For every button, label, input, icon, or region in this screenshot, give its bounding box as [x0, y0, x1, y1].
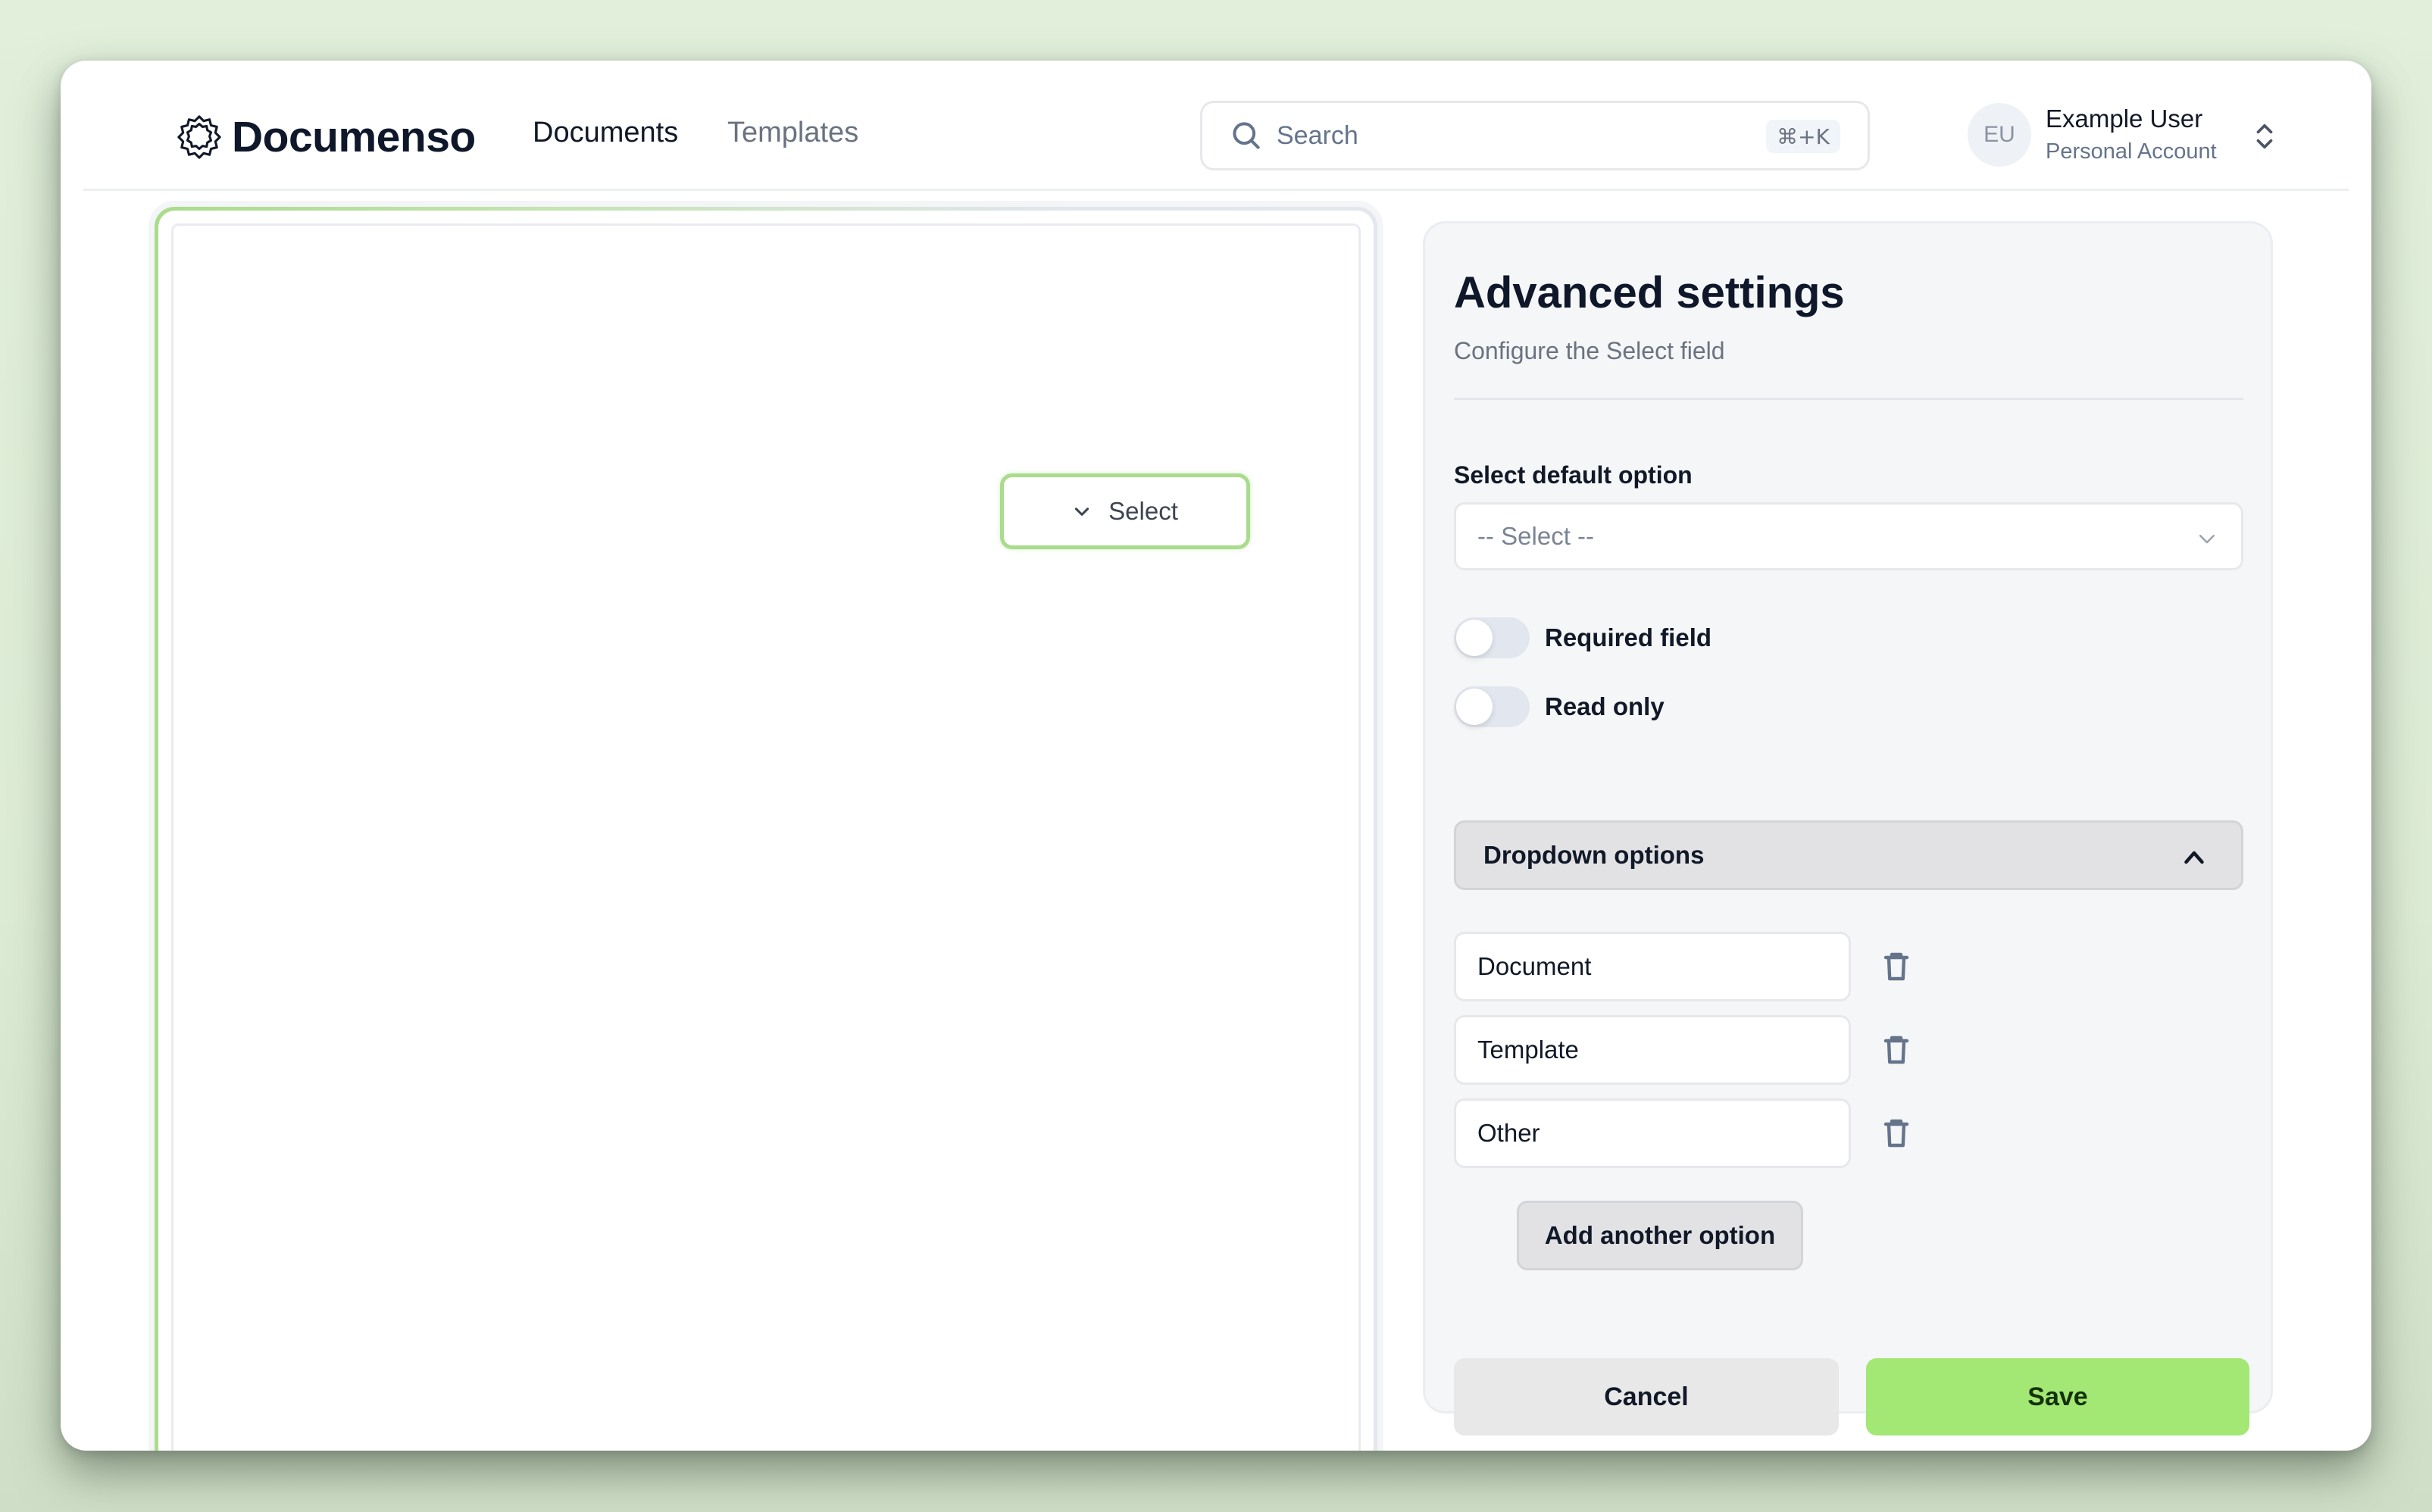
search-icon — [1233, 122, 1260, 149]
required-field-row: Required field — [1454, 617, 1711, 658]
search-shortcut-badge: ⌘+K — [1766, 120, 1840, 153]
avatar[interactable]: EU — [1968, 103, 2031, 167]
dropdown-options-accordion[interactable]: Dropdown options — [1454, 820, 2243, 890]
chevron-down-icon — [2199, 535, 2215, 544]
chevron-up-icon — [2184, 851, 2204, 864]
trash-icon[interactable] — [1878, 1032, 1915, 1068]
panel-title: Advanced settings — [1454, 268, 1845, 317]
brand-logo[interactable]: Documenso — [176, 112, 476, 162]
trash-icon[interactable] — [1878, 948, 1915, 985]
advanced-settings-panel: Advanced settings Configure the Select f… — [1423, 221, 2273, 1435]
select-field[interactable]: Select — [1000, 473, 1250, 549]
default-option-label: Select default option — [1454, 461, 1693, 489]
search-placeholder: Search — [1277, 120, 1358, 150]
option-row: Other — [1454, 1098, 1915, 1168]
user-name[interactable]: Example User — [2046, 105, 2202, 133]
divider — [1454, 398, 2243, 400]
toggle-knob — [1456, 620, 1493, 656]
read-only-label: Read only — [1545, 692, 1665, 720]
documenso-logo-icon — [177, 115, 221, 159]
default-option-placeholder: -- Select -- — [1477, 522, 1595, 550]
panel-subtitle: Configure the Select field — [1454, 337, 1725, 364]
required-field-label: Required field — [1545, 623, 1712, 651]
chevrons-up-down-icon[interactable] — [2252, 121, 2277, 152]
document-page[interactable]: Select — [171, 223, 1361, 1451]
chevron-down-icon — [1075, 508, 1089, 516]
option-input[interactable]: Document — [1454, 932, 1851, 1001]
app-window: Documenso Documents Templates Search ⌘+K… — [61, 61, 2371, 1451]
select-field-label: Select — [1108, 497, 1178, 525]
nav-documents[interactable]: Documents — [533, 117, 678, 149]
save-button[interactable]: Save — [1866, 1358, 2249, 1435]
brand-name: Documenso — [232, 113, 476, 161]
read-only-row: Read only — [1454, 686, 1665, 727]
dropdown-options-label: Dropdown options — [1483, 841, 1705, 869]
account-type: Personal Account — [2046, 139, 2217, 164]
option-input[interactable]: Template — [1454, 1015, 1851, 1085]
top-header: Documenso Documents Templates Search ⌘+K… — [83, 61, 2349, 191]
add-option-button[interactable]: Add another option — [1517, 1201, 1803, 1270]
read-only-toggle[interactable] — [1454, 686, 1530, 727]
default-option-select[interactable]: -- Select -- — [1454, 502, 2243, 570]
required-field-toggle[interactable] — [1454, 617, 1530, 658]
toggle-knob — [1456, 689, 1493, 725]
nav-templates[interactable]: Templates — [727, 117, 858, 149]
search-input[interactable]: Search ⌘+K — [1200, 101, 1870, 170]
cancel-button[interactable]: Cancel — [1454, 1358, 1839, 1435]
option-row: Template — [1454, 1015, 1915, 1085]
document-viewer: Select — [155, 207, 1377, 1451]
trash-icon[interactable] — [1878, 1115, 1915, 1151]
option-input[interactable]: Other — [1454, 1098, 1851, 1168]
option-row: Document — [1454, 932, 1915, 1001]
